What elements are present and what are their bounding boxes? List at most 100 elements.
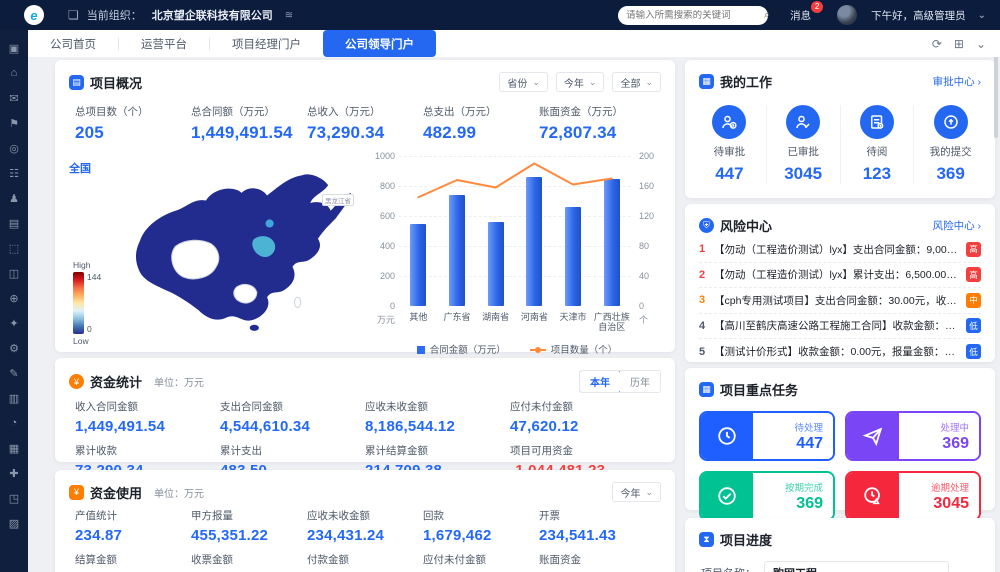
chart-category-label: 广东省 <box>438 312 477 333</box>
risk-list-item[interactable]: 4【高川至鹤庆高速公路工程施工合同】收款金额：0.00元，报量金额...低 <box>699 314 981 340</box>
bar-chart-plot[interactable] <box>399 156 631 306</box>
task-tile-overdue[interactable]: 逾期处理3045 <box>845 471 981 521</box>
overview-stat: 账面资金（万元）72,807.34 <box>539 104 655 143</box>
sidebar-icon-5[interactable]: ◎ <box>6 140 22 156</box>
risk-list-item[interactable]: 1【勿动（工程造价测试）lyx】支出合同金额：9,000.00元，收入合同...… <box>699 237 981 263</box>
org-panel-icon[interactable]: ❏ <box>68 8 79 22</box>
risk-list-item[interactable]: 2【勿动（工程造价测试）lyx】累计支出：6,500.00元，累计收入：0.0.… <box>699 263 981 289</box>
org-switch-icon[interactable]: ≋ <box>285 10 293 21</box>
right-axis-tick: 200 <box>639 151 667 161</box>
sidebar-icon-9[interactable]: ⬚ <box>6 240 22 256</box>
china-map[interactable]: 全国 黑龙江省 High 144 0 Low <box>67 168 372 343</box>
overdue-clock-icon <box>847 473 899 519</box>
chevron-down-icon: ⌄ <box>932 568 940 572</box>
message-count-badge: 2 <box>811 1 823 13</box>
sidebar-icon-4[interactable]: ⚑ <box>6 115 22 131</box>
sidebar-icon-14[interactable]: ✎ <box>6 365 22 381</box>
sidebar-icon-list: ▣ ⌂ ✉ ⚑ ◎ ☷ ♟ ▤ ⬚ ◫ ⊕ ✦ ⚙ ✎ ▥ ◔ ▦ ✚ ◳ ▨ <box>6 40 22 531</box>
overview-region-select[interactable]: 省份⌄ <box>499 72 548 92</box>
map-hainan[interactable] <box>250 325 259 331</box>
search-input[interactable] <box>626 10 758 21</box>
messages-label: 消息 <box>790 10 811 22</box>
sidebar-icon-7[interactable]: ♟ <box>6 190 22 206</box>
overview-stat: 总项目数（个）205 <box>75 104 191 143</box>
sidebar-icon-12[interactable]: ✦ <box>6 315 22 331</box>
risk-level-badge: 高 <box>966 242 981 257</box>
left-axis-tick: 400 <box>367 241 395 251</box>
app-logo[interactable]: e <box>24 5 44 25</box>
risk-card-icon: ⛨ <box>699 218 714 233</box>
toggle-history[interactable]: 历年 <box>620 371 660 392</box>
overview-year-select[interactable]: 今年⌄ <box>556 72 605 92</box>
page-scrollbar[interactable] <box>994 46 998 138</box>
user-menu-chevron-icon[interactable]: ⌄ <box>978 10 986 21</box>
risk-list-item[interactable]: 5【测试计价形式】收款金额：0.00元，报量金额：0.00元，当前合同...低 <box>699 339 981 365</box>
sidebar-icon-6[interactable]: ☷ <box>6 165 22 181</box>
global-search[interactable]: ⌕ <box>618 6 768 25</box>
sidebar-icon-2[interactable]: ⌂ <box>6 65 22 81</box>
user-greeting[interactable]: 下午好，高级管理员 <box>871 8 966 23</box>
layout-grid-icon[interactable]: ⊞ <box>954 37 964 51</box>
overview-stat: 总收入（万元）73,290.34 <box>307 104 423 143</box>
sidebar-icon-11[interactable]: ⊕ <box>6 290 22 306</box>
map-gradient-legend: High 144 0 Low <box>73 260 113 346</box>
project-name-select[interactable]: 购网工程 ⌄ <box>764 561 949 572</box>
sidebar-icon-20[interactable]: ▨ <box>6 515 22 531</box>
tab-operation-platform[interactable]: 运营平台 <box>119 30 209 57</box>
overview-scope-select[interactable]: 全部⌄ <box>612 72 661 92</box>
usage-stat-item: 结算金额2,546.89 <box>75 552 191 572</box>
risk-list-item[interactable]: 3【cph专用测试项目】支出合同金额：30.00元，收入合同金额：0.00...… <box>699 288 981 314</box>
work-item-approved[interactable]: 已审批 3045 <box>766 105 840 184</box>
task-tile-on-time[interactable]: 按期完成369 <box>699 471 835 521</box>
tab-pm-portal[interactable]: 项目经理门户 <box>210 30 323 57</box>
tab-company-home[interactable]: 公司首页 <box>28 30 118 57</box>
user-avatar[interactable] <box>837 5 857 25</box>
sidebar-icon-18[interactable]: ✚ <box>6 465 22 481</box>
risk-center-link[interactable]: 风险中心 › <box>933 218 981 233</box>
map-province-unfilled[interactable] <box>172 240 219 279</box>
task-tile-processing[interactable]: 处理中369 <box>845 411 981 461</box>
tab-leader-portal[interactable]: 公司领导门户 <box>323 30 436 57</box>
task-tile-pending[interactable]: 待处理447 <box>699 411 835 461</box>
usage-stat-item: 回款1,679,462 <box>423 508 539 544</box>
sidebar-icon-3[interactable]: ✉ <box>6 90 22 106</box>
sidebar-icon-1[interactable]: ▣ <box>6 40 22 56</box>
chevron-down-icon: ⌄ <box>532 77 540 88</box>
sidebar-icon-16[interactable]: ◔ <box>6 415 22 431</box>
legend-bar-series[interactable]: 合同金额（万元） <box>417 342 506 356</box>
work-item-pending-approval[interactable]: 待审批 447 <box>693 105 766 184</box>
map-taiwan[interactable] <box>295 297 301 307</box>
right-axis-tick: 80 <box>639 241 667 251</box>
usage-year-select[interactable]: 今年⌄ <box>612 482 661 502</box>
collapse-chevron-icon[interactable]: ⌄ <box>976 37 986 51</box>
sidebar-icon-13[interactable]: ⚙ <box>6 340 22 356</box>
messages-button[interactable]: 消息 2 <box>790 8 815 23</box>
sidebar-icon-10[interactable]: ◫ <box>6 265 22 281</box>
progress-card-icon: ⧗ <box>699 532 714 547</box>
work-item-my-submissions[interactable]: 我的提交 369 <box>913 105 987 184</box>
check-circle-icon <box>701 473 753 519</box>
toggle-this-year[interactable]: 本年 <box>579 370 621 393</box>
map-province-unfilled[interactable] <box>234 284 257 303</box>
org-label: 当前组织： <box>87 7 142 23</box>
left-axis-unit: 万元 <box>367 313 395 326</box>
work-item-to-read[interactable]: 待阅 123 <box>840 105 914 184</box>
funds-stat-item: 收入合同金额1,449,491.54 <box>75 399 220 435</box>
user-clock-icon <box>712 105 746 139</box>
usage-stat-item: 付款金额345,089.93 <box>307 552 423 572</box>
sidebar-icon-15[interactable]: ▥ <box>6 390 22 406</box>
right-axis-tick: 160 <box>639 181 667 191</box>
sidebar-icon-17[interactable]: ▦ <box>6 440 22 456</box>
org-name[interactable]: 北京望企联科技有限公司 <box>152 7 273 23</box>
search-icon[interactable]: ⌕ <box>764 9 770 22</box>
line-legend-swatch <box>530 349 546 351</box>
sidebar-icon-8[interactable]: ▤ <box>6 215 22 231</box>
approval-center-link[interactable]: 审批中心 › <box>933 74 981 89</box>
refresh-icon[interactable]: ⟳ <box>932 37 942 51</box>
sidebar-icon-19[interactable]: ◳ <box>6 490 22 506</box>
map-region-label[interactable]: 全国 <box>69 160 91 176</box>
chart-category-label: 湖南省 <box>476 312 515 333</box>
chart-category-label: 河南省 <box>515 312 554 333</box>
left-axis-tick: 800 <box>367 181 395 191</box>
legend-line-series[interactable]: 项目数量（个） <box>530 342 618 356</box>
